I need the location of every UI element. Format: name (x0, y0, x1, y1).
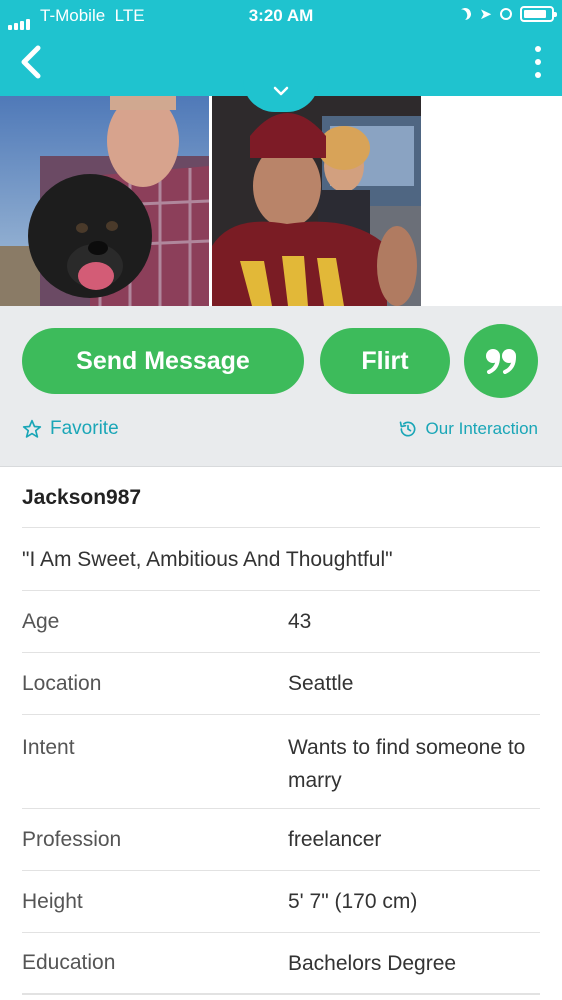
profile-photo-1[interactable] (0, 96, 209, 306)
back-button[interactable] (18, 44, 48, 80)
chevron-left-icon (21, 45, 41, 79)
status-icons: ➤ (458, 5, 557, 23)
detail-label: Intent (22, 736, 75, 759)
profile-tagline: "I Am Sweet, Ambitious And Thoughtful" (22, 528, 540, 591)
more-options-button[interactable] (532, 44, 544, 80)
flirt-button[interactable]: Flirt (320, 328, 450, 394)
do-not-disturb-icon (458, 6, 473, 21)
detail-label: Education (22, 951, 116, 974)
detail-value: 43 (288, 610, 312, 633)
profile-details: Jackson987 "I Am Sweet, Ambitious And Th… (22, 467, 540, 995)
detail-row-education: Education Bachelors Degree (22, 933, 540, 995)
detail-row-profession: Profession freelancer (22, 809, 540, 871)
interaction-label: Our Interaction (425, 419, 538, 438)
profile-photo-2[interactable] (212, 96, 421, 306)
send-message-button[interactable]: Send Message (22, 328, 304, 394)
photo-gallery (0, 96, 562, 306)
detail-label: Profession (22, 827, 122, 851)
detail-row-age: Age 43 (22, 591, 540, 653)
detail-value: Bachelors Degree (288, 951, 457, 975)
username: Jackson987 (22, 467, 540, 528)
location-icon: ➤ (479, 5, 492, 23)
favorite-label: Favorite (50, 418, 119, 439)
battery-icon (520, 6, 557, 22)
alarm-icon (500, 8, 512, 20)
favorite-link[interactable]: Favorite (22, 418, 119, 440)
detail-label: Height (22, 889, 83, 913)
quote-icon (486, 349, 516, 374)
history-icon (399, 421, 416, 437)
detail-row-height: Height 5' 7" (170 cm) (22, 871, 540, 933)
action-panel: Send Message Flirt Favorite Our Interact… (0, 306, 562, 467)
chevron-down-icon (273, 86, 289, 96)
our-interaction-link[interactable]: Our Interaction (398, 419, 538, 439)
detail-row-location: Location Seattle (22, 653, 540, 715)
detail-value: freelancer (288, 828, 382, 851)
status-bar: T-Mobile LTE 3:20 AM ➤ (0, 0, 562, 32)
detail-label: Location (22, 671, 102, 695)
detail-label: Age (22, 609, 60, 633)
detail-row-intent: Intent Wants to find someone to marry (22, 715, 540, 809)
kebab-menu-icon (535, 46, 541, 52)
detail-value: Seattle (288, 672, 354, 695)
quote-button[interactable] (464, 324, 538, 398)
battery-level (524, 10, 546, 18)
detail-value: Wants to find someone to marry (288, 736, 526, 792)
star-icon (22, 419, 42, 438)
detail-value: 5' 7" (170 cm) (288, 890, 418, 913)
